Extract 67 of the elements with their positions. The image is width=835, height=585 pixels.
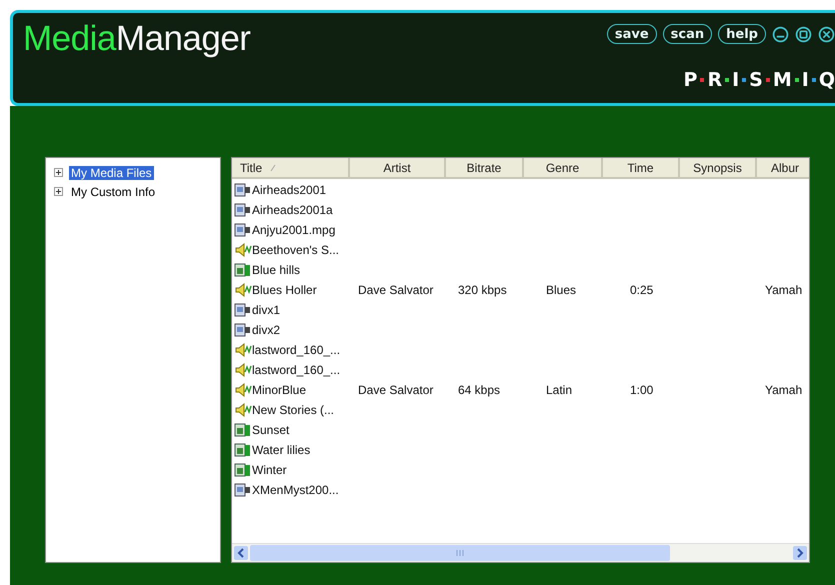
scroll-right-icon[interactable]: [793, 546, 807, 560]
table-cell[interactable]: Winter: [252, 462, 287, 476]
speaker-icon: [234, 282, 252, 298]
table-cell[interactable]: New Stories (...: [252, 402, 334, 416]
close-icon[interactable]: [818, 26, 835, 42]
column-header[interactable]: Bitrate: [446, 158, 524, 179]
header-button[interactable]: scan: [662, 24, 712, 44]
film-file-icon: [234, 202, 252, 218]
table-cell: 0:25: [630, 282, 654, 296]
column-header[interactable]: Albur: [757, 158, 809, 179]
scroll-thumb[interactable]: [250, 545, 670, 561]
app-title: MediaManager: [23, 19, 250, 59]
brand-logo: P R I S M I Q: [684, 69, 835, 91]
tree-item[interactable]: My Custom Info: [69, 184, 158, 198]
picture-file-icon: [234, 442, 252, 458]
column-header[interactable]: Artist: [350, 158, 446, 179]
minimize-icon[interactable]: [772, 26, 789, 42]
table-cell[interactable]: Blue hills: [252, 262, 300, 276]
column-header[interactable]: Time: [603, 158, 680, 179]
table-cell[interactable]: Anjyu2001.mpg: [252, 222, 336, 236]
table-cell[interactable]: Airheads2001: [252, 182, 326, 196]
column-header[interactable]: Synopsis: [680, 158, 757, 179]
table-cell: Dave Salvator: [358, 282, 434, 296]
table-cell[interactable]: lastword_160_...: [252, 342, 340, 356]
table-cell[interactable]: Sunset: [252, 422, 290, 436]
expand-icon[interactable]: [54, 168, 63, 177]
film-file-icon: [234, 182, 252, 198]
table-cell[interactable]: divx2: [252, 322, 280, 336]
tree-item[interactable]: My Media Files: [69, 166, 154, 180]
table-cell: 64 kbps: [458, 382, 500, 396]
table-cell: Blues: [546, 282, 576, 296]
table-cell[interactable]: divx1: [252, 302, 280, 316]
maximize-icon[interactable]: [795, 26, 812, 42]
header-button[interactable]: save: [606, 24, 657, 44]
table-cell: 1:00: [630, 382, 654, 396]
table-cell[interactable]: Blues Holler: [252, 282, 317, 296]
speaker-icon: [234, 242, 252, 258]
table-cell[interactable]: lastword_160_...: [252, 362, 340, 376]
speaker-icon: [234, 402, 252, 418]
speaker-icon: [234, 362, 252, 378]
table-cell: Yamah: [765, 382, 802, 396]
table-cell[interactable]: Beethoven's S...: [252, 242, 340, 256]
table-cell: Dave Salvator: [358, 382, 434, 396]
column-header[interactable]: Title: [232, 158, 350, 179]
column-header[interactable]: Genre: [524, 158, 603, 179]
table-cell: 320 kbps: [458, 282, 507, 296]
horizontal-scrollbar[interactable]: [232, 543, 809, 562]
film-file-icon: [234, 222, 252, 238]
expand-icon[interactable]: [54, 187, 63, 196]
film-file-icon: [234, 322, 252, 338]
picture-file-icon: [234, 462, 252, 478]
header-button[interactable]: help: [718, 24, 766, 44]
table-cell[interactable]: MinorBlue: [252, 382, 306, 396]
table-cell[interactable]: XMenMyst200...: [252, 482, 339, 496]
table-cell: Latin: [546, 382, 572, 396]
grip-icon: [456, 550, 464, 556]
sort-icon: [270, 164, 276, 172]
film-file-icon: [234, 302, 252, 318]
table-cell[interactable]: Water lilies: [252, 442, 310, 456]
picture-file-icon: [234, 262, 252, 278]
speaker-icon: [234, 342, 252, 358]
table-cell[interactable]: Airheads2001a: [252, 202, 333, 216]
table-cell: Yamah: [765, 282, 802, 296]
scroll-left-icon[interactable]: [234, 546, 248, 560]
picture-file-icon: [234, 422, 252, 438]
speaker-icon: [234, 382, 252, 398]
film-file-icon: [234, 482, 252, 498]
